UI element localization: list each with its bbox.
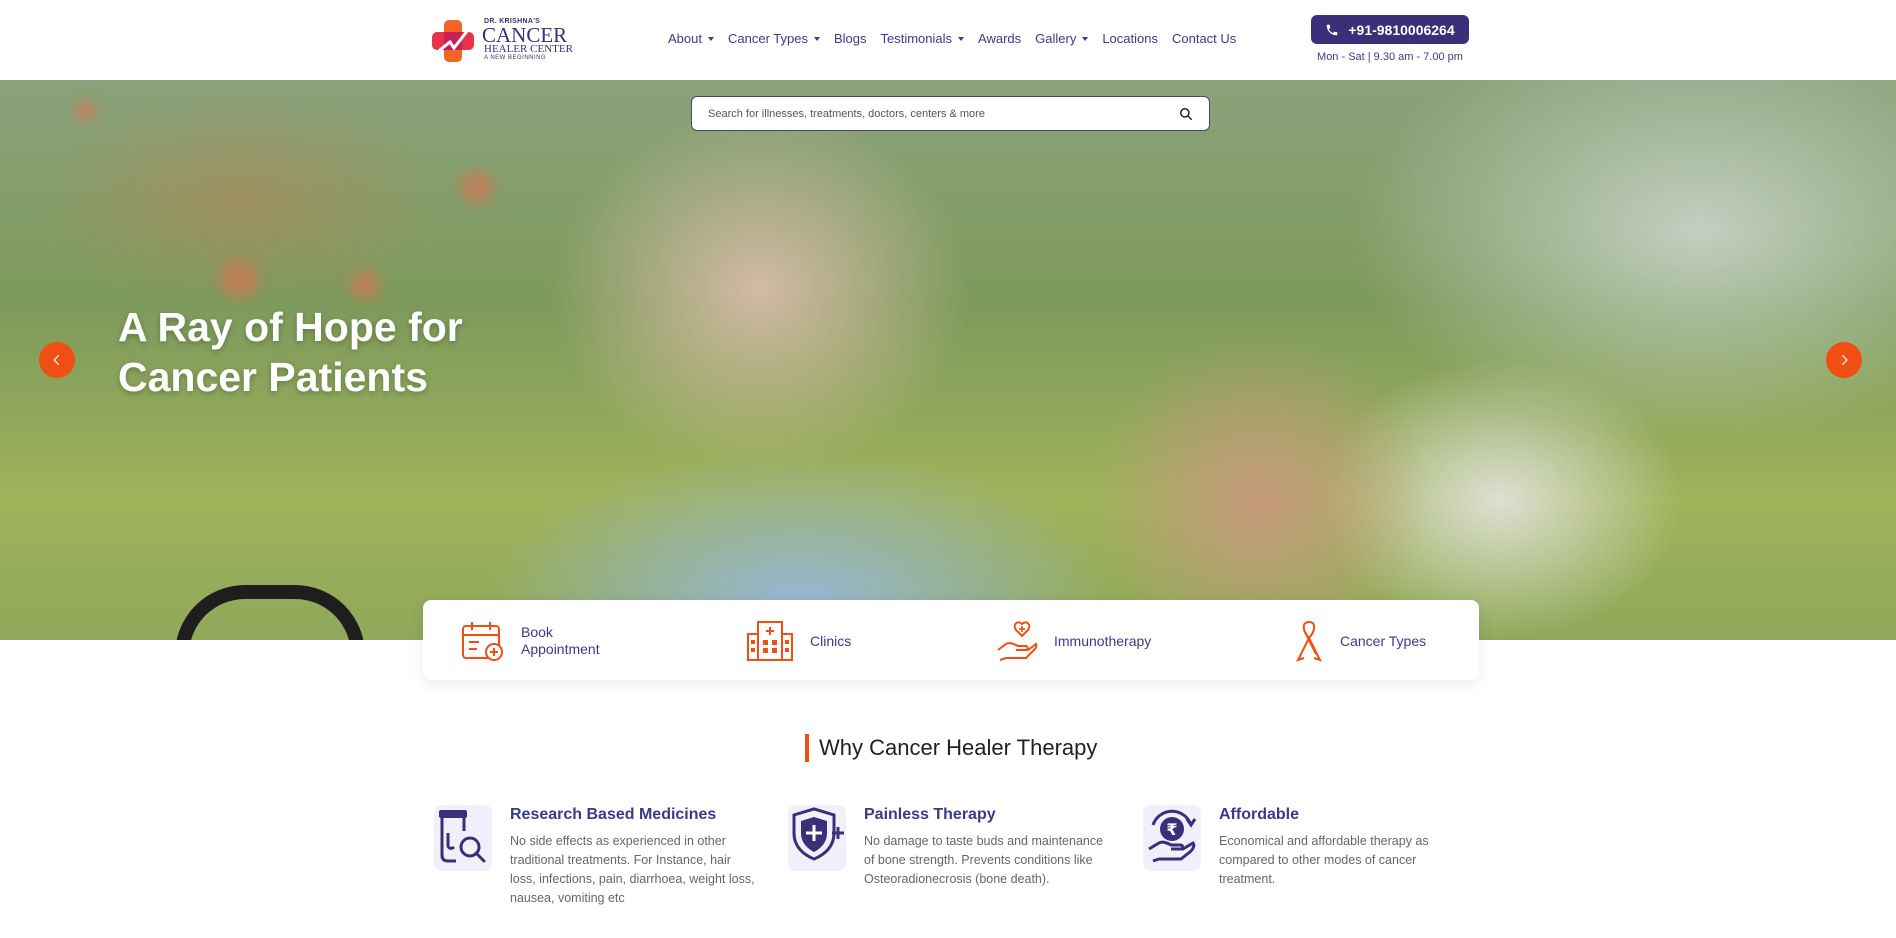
site-header: DR. KRISHNA'S CANCER HEALER CENTER A NEW…: [0, 0, 1896, 80]
nav-blogs-label: Blogs: [833, 31, 867, 46]
nav-cancer-types[interactable]: Cancer Types: [728, 31, 820, 46]
chevron-left-icon: [53, 354, 60, 366]
hero-bokeh: [350, 270, 380, 300]
nav-cancer-types-label: Cancer Types: [727, 31, 808, 46]
heart-hand-icon: [997, 621, 1038, 661]
quick-link-cancer-types[interactable]: Cancer Types: [1294, 619, 1426, 663]
logo-mark-icon: [432, 20, 474, 62]
quick-links-card: Book Appointment Clinics Immunotherapy C…: [423, 600, 1479, 680]
hero-bokeh: [220, 260, 258, 298]
quick-link-label: Cancer Types: [1340, 633, 1426, 650]
logo-cancer-text: CANCER: [482, 23, 568, 47]
rupee-hand-icon: ₹: [1148, 809, 1197, 863]
quick-link-label-line-2: Appointment: [521, 641, 600, 657]
logo-tagline: A NEW BEGINNING: [484, 55, 547, 61]
feature-icon-box: [434, 805, 492, 871]
nav-gallery-label: Gallery: [1035, 31, 1077, 46]
quick-link-immunotherapy[interactable]: Immunotherapy: [996, 619, 1151, 663]
medicine-research-icon: [439, 810, 486, 863]
nav-locations-label: Locations: [1102, 31, 1158, 46]
feature-title: Affordable: [1219, 806, 1299, 823]
quick-link-label-line-1: Cancer Types: [1340, 632, 1427, 649]
quick-link-label-line-1: Immunotherapy: [1054, 632, 1152, 649]
quick-link-label: Immunotherapy: [1054, 633, 1151, 650]
nav-testimonials[interactable]: Testimonials: [880, 31, 965, 46]
hero-slider: A Ray of Hope for Cancer Patients: [0, 80, 1896, 640]
slider-next-button[interactable]: [1826, 342, 1862, 378]
phone-icon: [1327, 24, 1338, 35]
nav-contact-us-label: Contact Us: [1171, 31, 1237, 46]
nav-awards[interactable]: Awards: [978, 31, 1021, 46]
nav-gallery[interactable]: Gallery: [1035, 31, 1089, 46]
search-icon[interactable]: [1179, 107, 1193, 121]
nav-locations[interactable]: Locations: [1102, 31, 1158, 46]
chevron-down-icon: [707, 37, 714, 41]
feature-icon-box: [788, 805, 846, 871]
nav-about[interactable]: About: [668, 31, 714, 46]
hero-wheelchair-handle: [175, 585, 365, 640]
phone-number: +91-9810006264: [1348, 21, 1455, 38]
site-logo[interactable]: DR. KRISHNA'S CANCER HEALER CENTER A NEW…: [430, 16, 575, 64]
quick-link-label-line-1: Book: [521, 624, 553, 640]
hero-heading-line-1: A Ray of Hope for: [118, 304, 463, 350]
hero-bokeh: [460, 170, 494, 204]
feature-title: Research Based Medicines: [510, 806, 717, 823]
svg-text:₹: ₹: [1166, 820, 1177, 839]
section-title-why: Why Cancer Healer Therapy: [805, 734, 1097, 762]
nav-testimonials-label: Testimonials: [880, 31, 953, 46]
quick-link-label-line-1: Clinics: [810, 632, 852, 649]
logo-healer-center-text: HEALER CENTER: [484, 43, 573, 55]
slider-prev-button[interactable]: [39, 342, 75, 378]
site-search-bar[interactable]: [691, 96, 1210, 131]
hero-heading: A Ray of Hope for Cancer Patients: [118, 302, 463, 402]
search-input[interactable]: [708, 107, 1179, 120]
nav-about-label: About: [668, 31, 702, 46]
feature-description: No damage to taste buds and maintenance …: [864, 834, 1104, 886]
nav-awards-label: Awards: [978, 31, 1022, 46]
hospital-building-icon: [747, 621, 793, 661]
chevron-down-icon: [958, 37, 965, 41]
shield-medical-icon: [792, 807, 844, 861]
awareness-ribbon-icon: [1296, 620, 1322, 662]
chevron-right-icon: [1841, 354, 1848, 366]
call-phone-button[interactable]: +91-9810006264: [1311, 15, 1469, 44]
feature-title: Painless Therapy: [864, 806, 996, 823]
nav-blogs[interactable]: Blogs: [834, 31, 867, 46]
chevron-down-icon: [1082, 37, 1089, 41]
feature-description: No side effects as experienced in other …: [510, 834, 755, 905]
nav-contact-us[interactable]: Contact Us: [1172, 31, 1236, 46]
main-nav: About Cancer Types Blogs Testimonials Aw…: [668, 31, 1250, 46]
quick-link-label: Clinics: [810, 633, 851, 650]
quick-link-label: Book Appointment: [521, 624, 600, 658]
opening-hours: Mon - Sat | 9.30 am - 7.00 pm: [1317, 51, 1463, 63]
calendar-plus-icon: [462, 622, 503, 661]
quick-link-book-appointment[interactable]: Book Appointment: [461, 619, 600, 663]
feature-description: Economical and affordable therapy as com…: [1219, 834, 1429, 886]
chevron-down-icon: [813, 37, 820, 41]
hero-bokeh: [75, 100, 97, 122]
hero-heading-line-2: Cancer Patients: [118, 354, 428, 400]
feature-icon-box: ₹: [1143, 805, 1201, 871]
quick-link-clinics[interactable]: Clinics: [746, 619, 851, 663]
